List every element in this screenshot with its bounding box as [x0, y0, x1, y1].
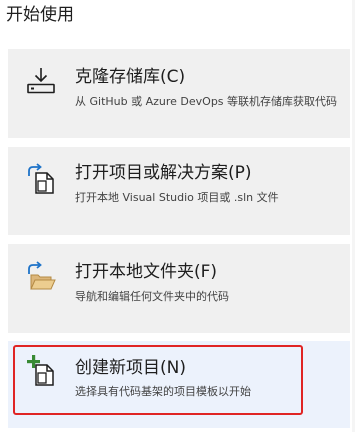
- open-folder-icon: [28, 261, 56, 290]
- new-project-description: 选择具有代码基架的项目模板以开始: [75, 385, 251, 398]
- new-project-button[interactable]: 创建新项目(N) 选择具有代码基架的项目模板以开始: [8, 341, 350, 428]
- open-project-button[interactable]: 打开项目或解决方案(P) 打开本地 Visual Studio 项目或 .sln…: [8, 147, 350, 235]
- new-project-icon: [27, 355, 54, 386]
- open-folder-description: 导航和编辑任何文件夹中的代码: [75, 290, 229, 303]
- open-project-description: 打开本地 Visual Studio 项目或 .sln 文件: [75, 191, 279, 204]
- clone-repository-description: 从 GitHub 或 Azure DevOps 等联机存储库获取代码: [75, 95, 338, 108]
- open-folder-title: 打开本地文件夹(F): [75, 262, 218, 282]
- get-started-panel: 开始使用 克隆存储库(C) 从 GitHub 或 Azure DevOps 等联…: [0, 0, 355, 432]
- section-title: 开始使用: [6, 5, 74, 25]
- clone-repository-icon: [27, 68, 55, 94]
- open-project-icon: [28, 163, 54, 194]
- clone-repository-button[interactable]: 克隆存储库(C) 从 GitHub 或 Azure DevOps 等联机存储库获…: [8, 49, 350, 138]
- new-project-title: 创建新项目(N): [75, 358, 186, 378]
- open-folder-button[interactable]: 打开本地文件夹(F) 导航和编辑任何文件夹中的代码: [8, 244, 350, 333]
- open-project-title: 打开项目或解决方案(P): [75, 163, 252, 183]
- clone-repository-title: 克隆存储库(C): [75, 67, 186, 87]
